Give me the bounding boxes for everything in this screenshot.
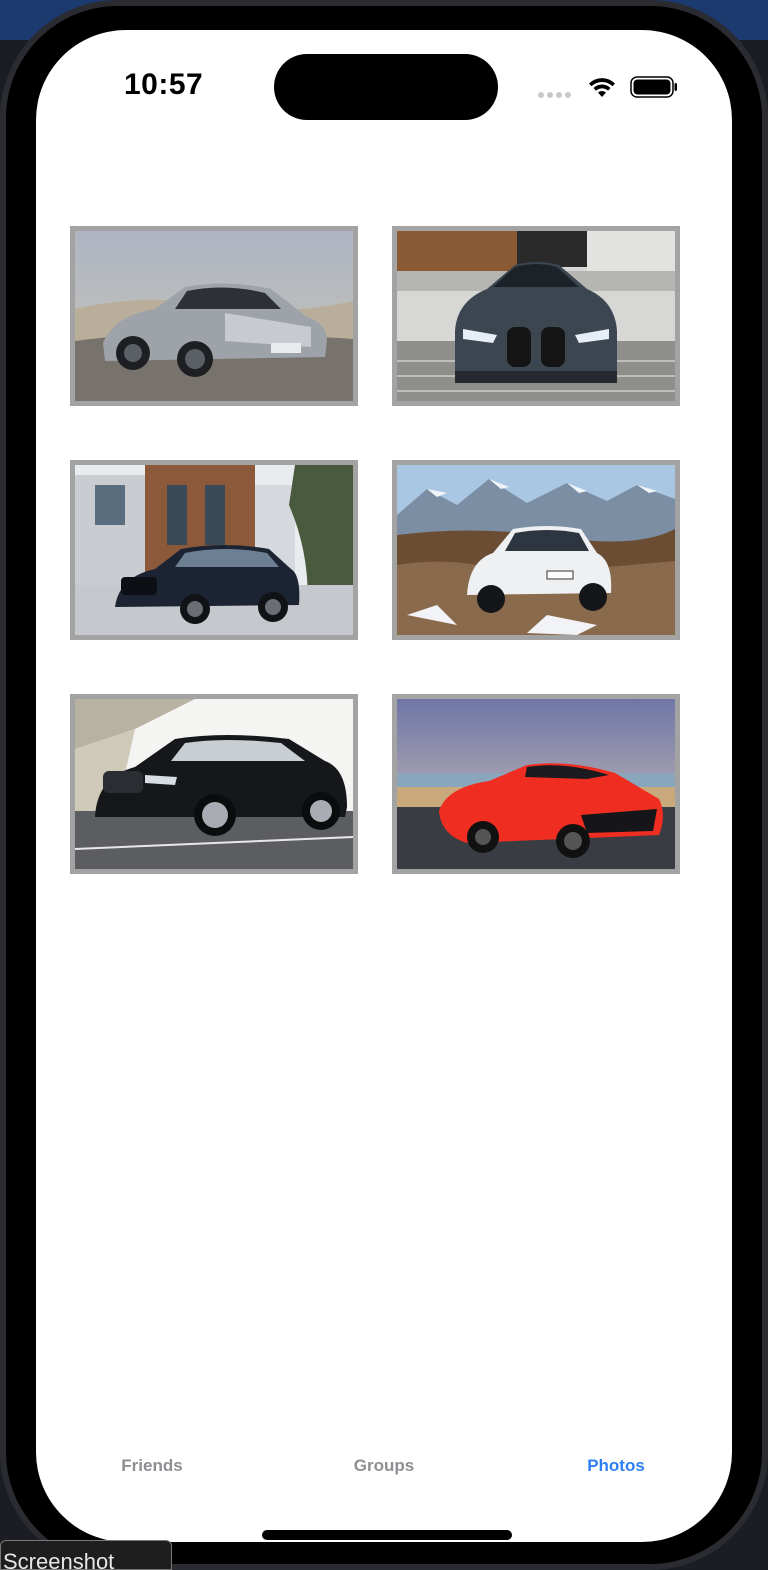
car-photo-4 <box>397 465 675 635</box>
photo-cell[interactable] <box>70 226 358 406</box>
battery-icon <box>630 76 677 98</box>
photo-cell[interactable] <box>392 694 680 874</box>
device-bezel: 10:57 Friends Groups Photos <box>6 6 762 1564</box>
car-photo-2 <box>397 231 675 401</box>
iphone-device-frame: 10:57 Friends Groups Photos <box>0 0 768 1570</box>
car-photo-5 <box>75 699 353 869</box>
car-photo-3 <box>75 465 353 635</box>
tab-groups[interactable]: Groups <box>268 1456 500 1506</box>
wifi-icon <box>589 78 615 97</box>
photo-cell[interactable] <box>392 226 680 406</box>
status-time: 10:57 <box>124 68 204 101</box>
photo-grid <box>70 226 680 874</box>
home-indicator[interactable] <box>262 1530 512 1540</box>
photo-cell[interactable] <box>70 460 358 640</box>
status-bar: 10:57 <box>36 30 732 130</box>
dynamic-island <box>274 54 498 120</box>
car-photo-6 <box>397 699 675 869</box>
car-photo-1 <box>75 231 353 401</box>
tab-bar: Friends Groups Photos <box>36 1456 732 1506</box>
app-screen: 10:57 Friends Groups Photos <box>36 30 732 1542</box>
cellular-signal-icon <box>538 92 571 98</box>
tab-photos[interactable]: Photos <box>500 1456 732 1506</box>
photo-cell[interactable] <box>70 694 358 874</box>
photo-cell[interactable] <box>392 460 680 640</box>
screenshot-tooltip: Screenshot <box>0 1540 172 1570</box>
tab-friends[interactable]: Friends <box>36 1456 268 1506</box>
